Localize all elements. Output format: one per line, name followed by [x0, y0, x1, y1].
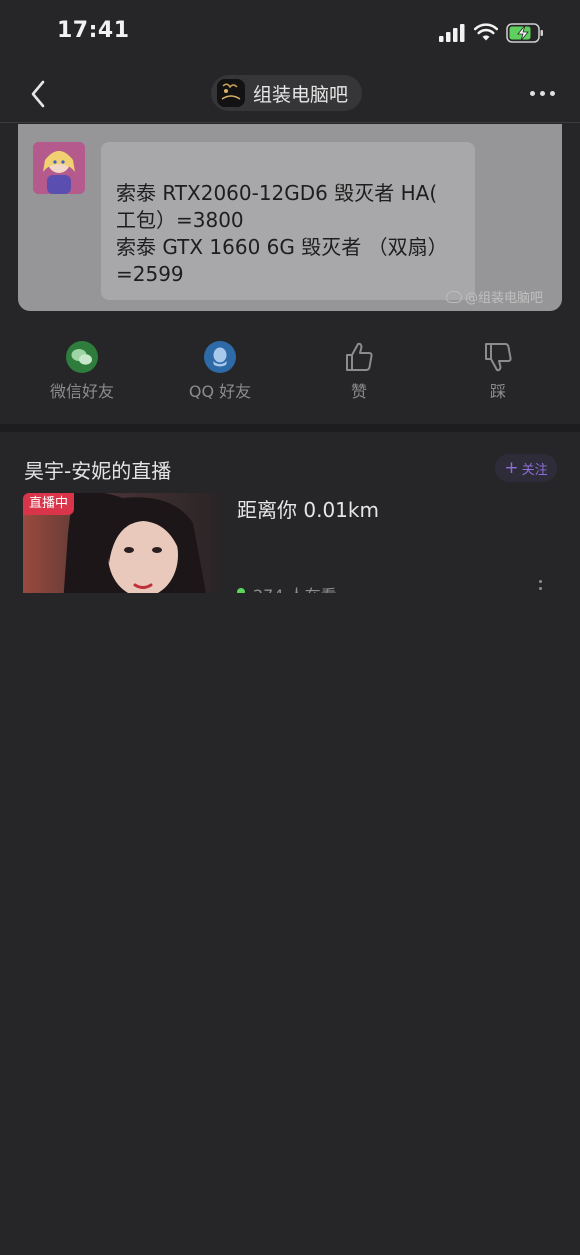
follow-label: 关注: [521, 462, 548, 478]
status-time: 17:41: [57, 18, 130, 43]
forum-name: 组装电脑吧: [253, 83, 349, 106]
wechat-icon: [65, 340, 99, 374]
section-divider: [0, 424, 580, 432]
chevron-left-icon: [31, 80, 45, 108]
back-button[interactable]: [24, 76, 52, 112]
action-label: 踩: [489, 382, 506, 401]
message-line: 索泰 RTX2060-12GD6 毁灭者 HA(: [116, 181, 438, 205]
paw-icon: [446, 290, 462, 303]
cellular-signal-icon: [439, 24, 465, 42]
thumbs-down-icon: [481, 340, 515, 374]
battery-charging-icon: [506, 23, 543, 43]
nav-divider: [0, 122, 580, 123]
forum-chip[interactable]: 组装电脑吧: [211, 75, 363, 111]
message-line: 工包）=3800: [116, 208, 244, 232]
empty-background: [0, 593, 580, 1255]
more-dot: [549, 90, 555, 96]
watermark: @组装电脑吧: [446, 287, 543, 306]
share-preview-card: 索泰 RTX2060-12GD6 毁灭者 HA( 工包）=3800 索泰 GTX…: [18, 124, 562, 311]
watermark-text: @组装电脑吧: [465, 291, 544, 306]
more-options-button[interactable]: [522, 82, 562, 104]
share-qq-button[interactable]: QQ 好友: [165, 340, 275, 402]
message-line: =2599: [116, 262, 184, 286]
message-bubble: 索泰 RTX2060-12GD6 毁灭者 HA( 工包）=3800 索泰 GTX…: [101, 142, 475, 300]
like-button[interactable]: 赞: [304, 340, 414, 402]
share-wechat-button[interactable]: 微信好友: [27, 340, 137, 402]
more-dot: [538, 587, 542, 590]
thumbs-up-icon: [342, 340, 376, 374]
qq-icon: [203, 340, 237, 374]
more-dot: [529, 90, 535, 96]
message-line: 索泰 GTX 1660 6G 毁灭者 （双扇）: [116, 235, 448, 259]
message-text: 索泰 RTX2060-12GD6 毁灭者 HA( 工包）=3800 索泰 GTX…: [116, 180, 461, 288]
follow-button[interactable]: + 关注: [495, 454, 557, 482]
plus-icon: +: [504, 457, 519, 478]
live-distance: 距离你 0.01km: [237, 498, 379, 522]
action-label: 微信好友: [49, 382, 114, 401]
wifi-icon: [474, 23, 498, 41]
action-label: QQ 好友: [188, 382, 252, 401]
live-badge: 直播中: [23, 493, 75, 515]
live-section-title: 昊宇-安妮的直播: [24, 459, 172, 483]
action-label: 赞: [350, 382, 367, 401]
sender-avatar: [33, 142, 85, 194]
more-dot: [538, 580, 542, 583]
dislike-button[interactable]: 踩: [443, 340, 553, 402]
forum-logo-icon: [217, 79, 245, 107]
more-dot: [539, 90, 545, 96]
